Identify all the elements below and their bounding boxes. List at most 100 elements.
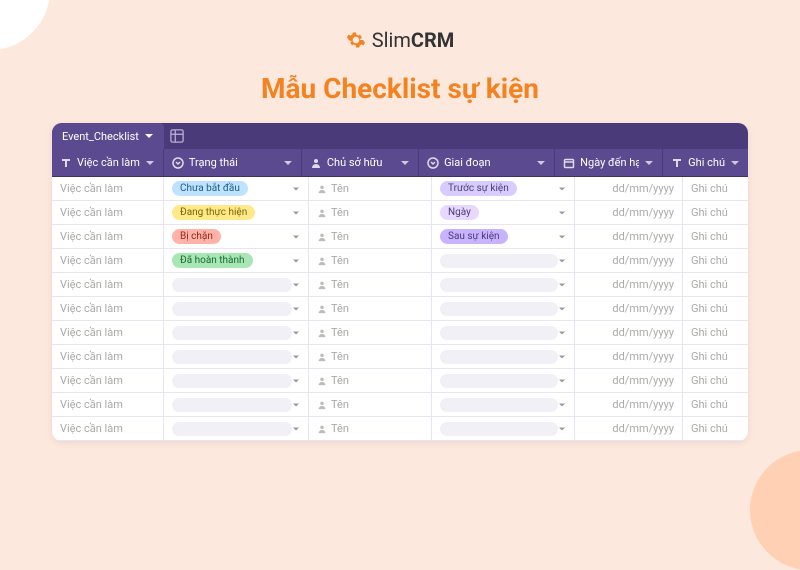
- date-cell[interactable]: dd/mm/yyyy: [575, 345, 683, 368]
- owner-cell[interactable]: Tên: [309, 249, 432, 272]
- owner-cell[interactable]: Tên: [309, 417, 432, 440]
- owner-cell[interactable]: Tên: [309, 297, 432, 320]
- column-header-note[interactable]: Ghi chú: [663, 149, 748, 176]
- phase-pill: Sau sự kiện: [440, 229, 508, 244]
- empty-pill: [172, 326, 292, 340]
- owner-cell[interactable]: Tên: [309, 321, 432, 344]
- phase-cell[interactable]: [432, 297, 575, 320]
- date-cell[interactable]: dd/mm/yyyy: [575, 273, 683, 296]
- phase-cell[interactable]: [432, 417, 575, 440]
- owner-cell[interactable]: Tên: [309, 393, 432, 416]
- phase-cell[interactable]: [432, 273, 575, 296]
- status-cell[interactable]: Bị chặn: [164, 225, 309, 248]
- task-cell[interactable]: Việc cần làm: [52, 417, 164, 440]
- decorative-corner: [750, 450, 800, 570]
- owner-cell[interactable]: Tên: [309, 177, 432, 200]
- owner-cell[interactable]: Tên: [309, 273, 432, 296]
- task-cell[interactable]: Việc cần làm: [52, 177, 164, 200]
- date-cell[interactable]: dd/mm/yyyy: [575, 177, 683, 200]
- status-cell[interactable]: [164, 417, 309, 440]
- date-cell[interactable]: dd/mm/yyyy: [575, 225, 683, 248]
- note-cell[interactable]: Ghi chú: [683, 417, 748, 440]
- owner-cell[interactable]: Tên: [309, 225, 432, 248]
- chevron-down-icon: [145, 158, 155, 168]
- note-cell[interactable]: Ghi chú: [683, 393, 748, 416]
- person-icon: [317, 328, 327, 338]
- date-cell[interactable]: dd/mm/yyyy: [575, 297, 683, 320]
- status-pill: Chưa bắt đầu: [172, 181, 248, 196]
- note-cell[interactable]: Ghi chú: [683, 297, 748, 320]
- status-cell[interactable]: [164, 369, 309, 392]
- empty-pill: [172, 398, 292, 412]
- chevron-down-icon: [144, 131, 154, 141]
- tab-event-checklist[interactable]: Event_Checklist: [52, 123, 164, 149]
- date-cell[interactable]: dd/mm/yyyy: [575, 393, 683, 416]
- task-cell[interactable]: Việc cần làm: [52, 201, 164, 224]
- table-icon[interactable]: [170, 129, 184, 143]
- note-cell[interactable]: Ghi chú: [683, 201, 748, 224]
- empty-pill: [440, 254, 558, 268]
- caret-down-icon: [292, 329, 300, 337]
- task-cell[interactable]: Việc cần làm: [52, 393, 164, 416]
- date-cell[interactable]: dd/mm/yyyy: [575, 321, 683, 344]
- status-cell[interactable]: [164, 393, 309, 416]
- empty-pill: [440, 422, 558, 436]
- status-cell[interactable]: [164, 345, 309, 368]
- person-icon: [317, 280, 327, 290]
- date-cell[interactable]: dd/mm/yyyy: [575, 201, 683, 224]
- column-header-owner[interactable]: Chủ sở hữu: [302, 149, 419, 176]
- status-cell[interactable]: [164, 321, 309, 344]
- empty-pill: [440, 374, 558, 388]
- date-cell[interactable]: dd/mm/yyyy: [575, 369, 683, 392]
- note-cell[interactable]: Ghi chú: [683, 177, 748, 200]
- date-cell[interactable]: dd/mm/yyyy: [575, 417, 683, 440]
- phase-cell[interactable]: [432, 345, 575, 368]
- task-cell[interactable]: Việc cần làm: [52, 321, 164, 344]
- phase-cell[interactable]: [432, 369, 575, 392]
- brand-name: SlimCRM: [372, 28, 455, 52]
- phase-cell[interactable]: [432, 393, 575, 416]
- status-cell[interactable]: [164, 297, 309, 320]
- column-header-date[interactable]: Ngày đến hạn: [555, 149, 663, 176]
- owner-cell[interactable]: Tên: [309, 369, 432, 392]
- phase-pill: Ngày: [440, 205, 479, 220]
- task-cell[interactable]: Việc cần làm: [52, 249, 164, 272]
- task-cell[interactable]: Việc cần làm: [52, 273, 164, 296]
- column-header-status[interactable]: Trạng thái: [164, 149, 302, 176]
- owner-cell[interactable]: Tên: [309, 345, 432, 368]
- note-cell[interactable]: Ghi chú: [683, 345, 748, 368]
- status-pill: Đang thực hiện: [172, 205, 255, 220]
- person-icon: [317, 232, 327, 242]
- caret-down-icon: [292, 377, 300, 385]
- note-cell[interactable]: Ghi chú: [683, 225, 748, 248]
- task-cell[interactable]: Việc cần làm: [52, 369, 164, 392]
- table-row: Việc cần làm Tên dd/mm/yyyyGhi chú: [52, 369, 748, 393]
- caret-down-icon: [558, 329, 566, 337]
- phase-cell[interactable]: Ngày: [432, 201, 575, 224]
- caret-down-icon: [558, 401, 566, 409]
- table-row: Việc cần làm Tên dd/mm/yyyyGhi chú: [52, 297, 748, 321]
- task-cell[interactable]: Việc cần làm: [52, 345, 164, 368]
- note-cell[interactable]: Ghi chú: [683, 249, 748, 272]
- task-cell[interactable]: Việc cần làm: [52, 297, 164, 320]
- task-cell[interactable]: Việc cần làm: [52, 225, 164, 248]
- status-cell[interactable]: Đang thực hiện: [164, 201, 309, 224]
- phase-cell[interactable]: Sau sự kiện: [432, 225, 575, 248]
- owner-cell[interactable]: Tên: [309, 201, 432, 224]
- caret-down-icon: [558, 257, 566, 265]
- date-cell[interactable]: dd/mm/yyyy: [575, 249, 683, 272]
- column-header-task[interactable]: Việc cần làm: [52, 149, 164, 176]
- note-cell[interactable]: Ghi chú: [683, 321, 748, 344]
- phase-cell[interactable]: [432, 249, 575, 272]
- status-cell[interactable]: [164, 273, 309, 296]
- status-cell[interactable]: Đã hoàn thành: [164, 249, 309, 272]
- note-cell[interactable]: Ghi chú: [683, 369, 748, 392]
- note-cell[interactable]: Ghi chú: [683, 273, 748, 296]
- phase-cell[interactable]: Trước sự kiện: [432, 177, 575, 200]
- status-cell[interactable]: Chưa bắt đầu: [164, 177, 309, 200]
- column-header-phase[interactable]: Giai đoạn: [419, 149, 555, 176]
- empty-pill: [172, 350, 292, 364]
- empty-pill: [440, 302, 558, 316]
- person-icon: [317, 208, 327, 218]
- phase-cell[interactable]: [432, 321, 575, 344]
